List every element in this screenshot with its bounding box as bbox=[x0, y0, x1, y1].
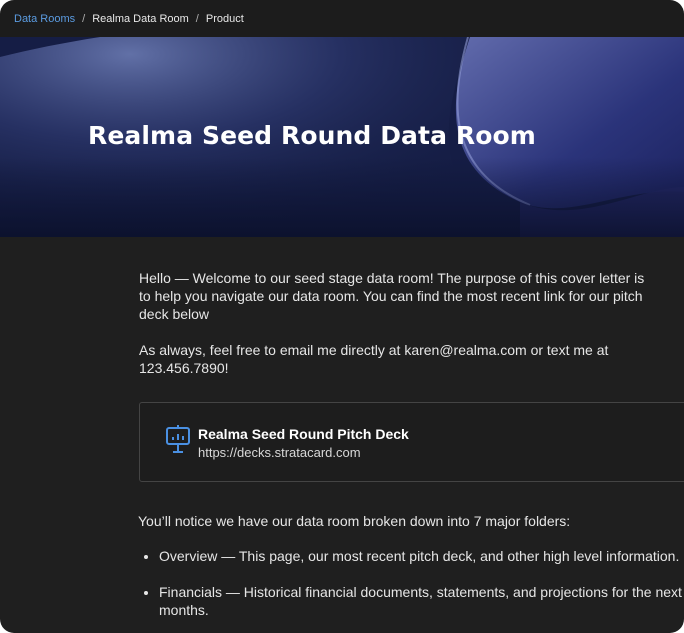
link-card-title: Realma Seed Round Pitch Deck bbox=[198, 426, 409, 442]
breadcrumb-product: Product bbox=[205, 12, 244, 25]
breadcrumb-separator: / bbox=[82, 12, 86, 25]
breadcrumb-data-rooms[interactable]: Data Rooms bbox=[14, 13, 75, 25]
page-content: Hello — Welcome to our seed stage data r… bbox=[0, 237, 684, 633]
contact-paragraph: As always, feel free to email me directl… bbox=[139, 342, 609, 376]
hero-banner: Realma Seed Round Data Room bbox=[0, 37, 684, 237]
breadcrumb: Data Rooms / Realma Data Room / Product bbox=[0, 0, 684, 38]
list-item: Financials — Historical financial docume… bbox=[159, 583, 684, 619]
list-item: Overview — This page, our most recent pi… bbox=[159, 547, 684, 565]
folders-list: Overview — This page, our most recent pi… bbox=[138, 547, 684, 633]
pitch-deck-link-card[interactable]: Realma Seed Round Pitch Deck https://dec… bbox=[139, 402, 684, 482]
breadcrumb-realma-data-room[interactable]: Realma Data Room bbox=[92, 13, 189, 25]
app-window: Data Rooms / Realma Data Room / Product bbox=[0, 0, 684, 633]
folders-intro: You’ll notice we have our data room brok… bbox=[138, 513, 571, 529]
breadcrumb-separator: / bbox=[195, 12, 199, 25]
intro-paragraph: Hello — Welcome to our seed stage data r… bbox=[139, 270, 645, 322]
presentation-icon bbox=[165, 425, 191, 462]
link-card-url: https://decks.stratacard.com bbox=[198, 445, 361, 460]
page-title: Realma Seed Round Data Room bbox=[88, 121, 536, 150]
